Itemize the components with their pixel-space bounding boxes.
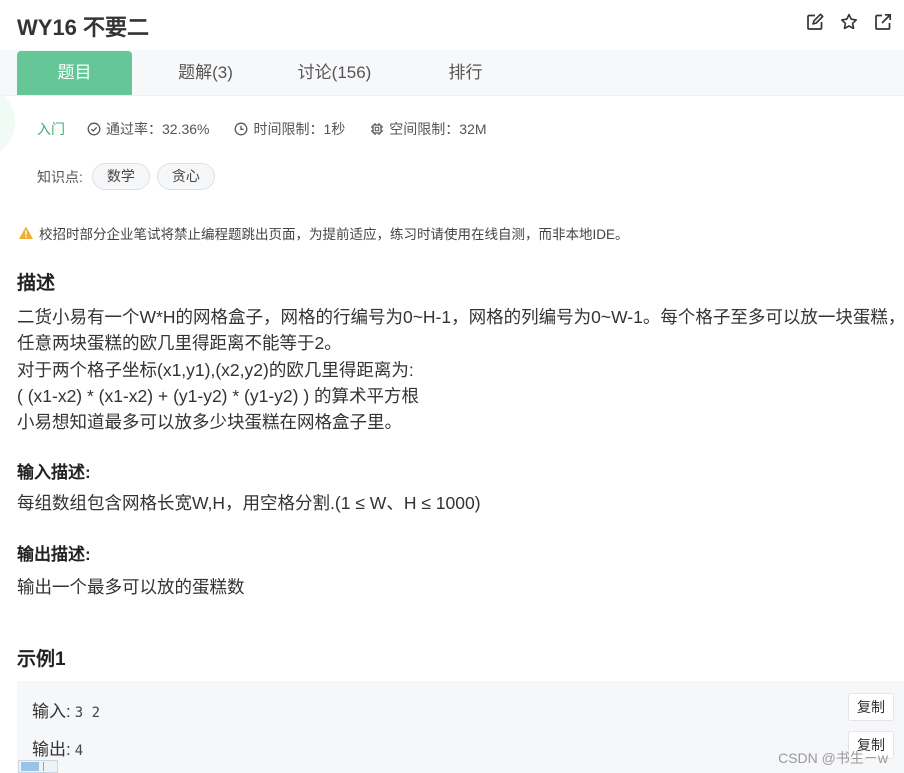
output-description-heading: 输出描述:: [17, 545, 91, 564]
description-line-3: 对于两个格子坐标(x1,y1),(x2,y2)的欧几里得距离为:: [17, 360, 414, 380]
tab-ranking[interactable]: 排行: [408, 51, 523, 95]
example-output: 输出: 4: [32, 735, 83, 760]
notice-banner: 校招时部分企业笔试将禁止编程题跳出页面，为提前适应，练习时请使用在线自测，而非本…: [18, 223, 629, 243]
tab-discussion[interactable]: 讨论(156): [272, 51, 397, 95]
tab-problem[interactable]: 题目: [17, 51, 132, 95]
example-box: 输入: 3 2 复制 输出: 4 复制: [17, 681, 904, 773]
difficulty-level: 入门: [37, 121, 65, 137]
description-line-4: ( (x1-x2) * (x1-x2) + (y1-y2) * (y1-y2) …: [17, 386, 420, 406]
time-limit-text: 时间限制：1秒: [253, 121, 346, 137]
pass-rate-text: 通过率：32.36%: [106, 121, 210, 137]
example-input-label: 输入:: [32, 702, 71, 721]
broken-image-icon: [18, 760, 58, 773]
example-input-value[interactable]: 3 2: [75, 705, 100, 721]
input-description-text: 每组数组包含网格长宽W,H，用空格分割.(1 ≤ W、H ≤ 1000): [17, 493, 481, 513]
edit-icon[interactable]: [806, 13, 824, 31]
header-actions: [806, 13, 892, 31]
output-description-text: 输出一个最多可以放的蛋糕数: [17, 577, 245, 597]
tag-math[interactable]: 数学: [91, 163, 150, 190]
knowledge-label: 知识点:: [37, 168, 83, 185]
problem-title: WY16 不要二: [17, 15, 150, 40]
chip-icon: [371, 123, 384, 135]
star-icon[interactable]: [840, 13, 858, 31]
space-limit-text: 空间限制：32M: [389, 121, 487, 137]
check-circle-icon: [87, 122, 101, 136]
input-description-heading: 输入描述:: [17, 463, 91, 482]
pass-rate: 通过率：32.36%: [87, 119, 209, 139]
warning-icon: [19, 226, 33, 239]
description-line-5: 小易想知道最多可以放多少块蛋糕在网格盒子里。: [17, 412, 402, 432]
tag-greedy[interactable]: 贪心: [156, 163, 215, 190]
example-input: 输入: 3 2: [32, 697, 100, 722]
time-limit: 时间限制：1秒: [234, 119, 345, 139]
example-output-label: 输出:: [32, 740, 71, 759]
tab-bar: 题目 题解(3) 讨论(156) 排行: [0, 50, 904, 96]
problem-meta: 入门 通过率：32.36% 时间限制：1秒 空间限制：32M: [37, 119, 512, 139]
copy-input-button[interactable]: 复制: [848, 693, 894, 721]
watermark: CSDN @书生－w: [778, 750, 888, 766]
space-limit: 空间限制：32M: [370, 119, 487, 139]
description-heading: 描述: [17, 273, 56, 294]
knowledge-points: 知识点: 数学 贪心: [37, 163, 215, 190]
share-icon[interactable]: [874, 13, 892, 31]
decorative-shape: [0, 92, 15, 152]
example-heading: 示例1: [17, 649, 66, 670]
clock-icon: [235, 122, 248, 136]
description-line-1: 二货小易有一个W*H的网格盒子，网格的行编号为0~H-1，网格的列编号为0~W-…: [17, 307, 904, 327]
tab-solutions[interactable]: 题解(3): [148, 51, 263, 95]
notice-text: 校招时部分企业笔试将禁止编程题跳出页面，为提前适应，练习时请使用在线自测，而非本…: [39, 227, 629, 242]
description-line-2: 任意两块蛋糕的欧几里得距离不能等于2。: [17, 333, 342, 353]
problem-header: WY16 不要二: [0, 0, 904, 50]
example-output-value[interactable]: 4: [75, 743, 83, 759]
